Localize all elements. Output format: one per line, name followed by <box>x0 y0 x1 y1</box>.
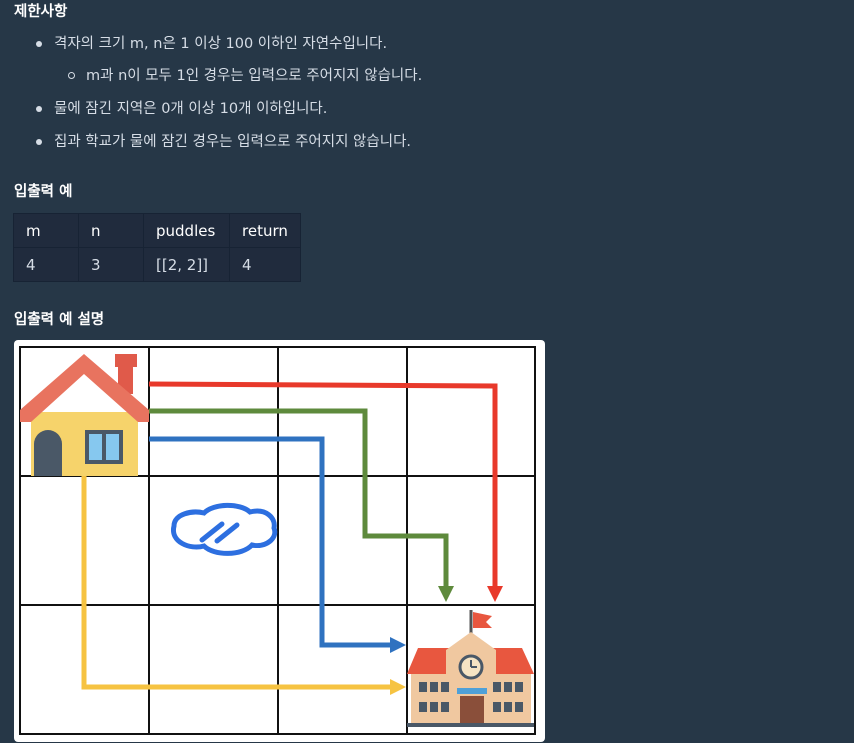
table-cell: [[2, 2]] <box>143 247 230 282</box>
table-cell: 3 <box>78 247 144 282</box>
blue-arrowhead <box>390 637 406 653</box>
table-cell: 4 <box>13 247 79 282</box>
column-header: puddles <box>143 213 230 248</box>
example-heading: 입출력 예 <box>14 184 73 200</box>
constraint-item: 집과 학교가 물에 잠긴 경우는 입력으로 주어지지 않습니다. <box>35 134 412 150</box>
school-icon <box>407 610 534 727</box>
column-header: m <box>13 213 79 248</box>
column-header: n <box>78 213 144 248</box>
house-icon <box>20 354 149 476</box>
green-arrowhead <box>438 586 454 602</box>
yellow-arrowhead <box>390 679 406 695</box>
table-row: 4 3 [[2, 2]] 4 <box>13 247 301 282</box>
grid-diagram <box>19 346 536 735</box>
table-header-row: m n puddles return <box>13 213 301 248</box>
constraint-item: 물에 잠긴 지역은 0개 이상 10개 이하입니다. <box>35 101 328 117</box>
puddle-icon <box>171 502 278 556</box>
explanation-figure <box>14 340 545 742</box>
constraint-subitem: m과 n이 모두 1인 경우는 입력으로 주어지지 않습니다. <box>67 68 423 84</box>
explanation-heading: 입출력 예 설명 <box>14 312 105 328</box>
example-table: m n puddles return 4 3 [[2, 2]] 4 <box>13 213 301 282</box>
column-header: return <box>229 213 301 248</box>
table-cell: 4 <box>229 247 301 282</box>
red-arrowhead <box>487 586 503 602</box>
constraints-heading: 제한사항 <box>14 4 68 20</box>
constraint-item: 격자의 크기 m, n은 1 이상 100 이하인 자연수입니다. <box>35 36 388 52</box>
